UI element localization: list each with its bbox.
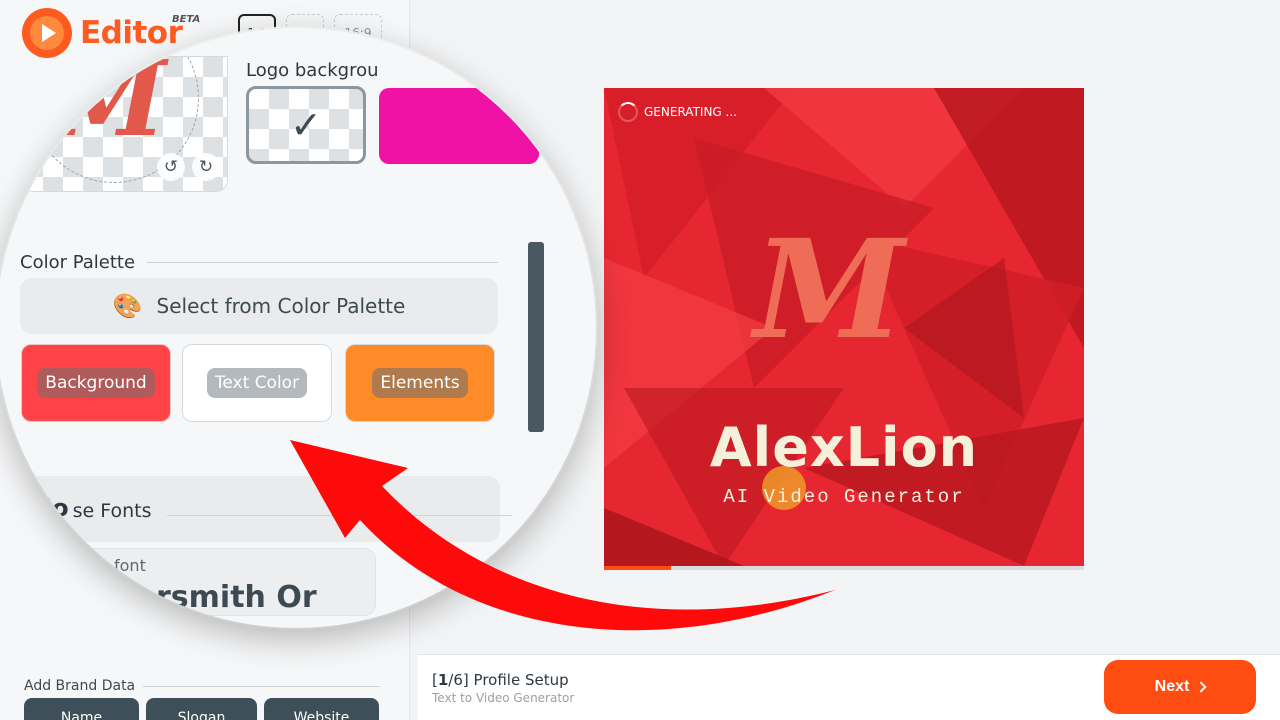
text-color-swatch-label: Text Color <box>206 368 308 398</box>
app-root: Editor BETA 1:1 9:16 16:9 Add Brand Data… <box>0 0 1280 720</box>
fonts-title-prefix: Ho <box>32 494 69 522</box>
status-text: GENERATING ... <box>644 105 737 119</box>
magnifier-lens: M ↺ ↻ Logo backgrou ✓ Color Palette 🎨 Se… <box>0 28 596 628</box>
step-total: /6] <box>448 671 469 689</box>
divider <box>167 515 512 516</box>
preview-subtitle: AI Video Generator <box>723 486 965 508</box>
background-color-swatch[interactable]: Background <box>21 344 171 422</box>
fonts-heading: Ho se Fonts <box>32 494 512 522</box>
rotate-right-icon[interactable]: ↻ <box>192 153 220 181</box>
elements-swatch-label: Elements <box>372 368 468 398</box>
brand-data-heading: Add Brand Data <box>24 678 380 694</box>
loading-spinner-icon <box>618 102 638 122</box>
pink-background-option[interactable] <box>379 88 539 164</box>
brand-logo-mark: M <box>754 210 905 370</box>
text-color-swatch[interactable]: Text Color <box>182 344 332 422</box>
brand-slogan-button[interactable]: Slogan <box>146 698 257 720</box>
next-button[interactable]: Next <box>1104 660 1256 714</box>
video-preview[interactable]: GENERATING ... M AlexLion AI Video Gener… <box>604 88 1084 566</box>
font-value-2: rsmith Or <box>156 580 317 615</box>
magnified-content: M ↺ ↻ Logo backgrou ✓ Color Palette 🎨 Se… <box>0 28 596 628</box>
checkmark-icon: ✓ <box>290 103 322 147</box>
text-font-label: Text font <box>33 562 90 577</box>
color-palette-title: Color Palette <box>20 252 136 273</box>
select-palette-button[interactable]: 🎨 Select from Color Palette <box>20 278 498 334</box>
logo-upload-preview[interactable]: M ↺ ↻ <box>22 56 228 192</box>
preview-title: AlexLion <box>709 416 979 479</box>
beta-badge: BETA <box>172 14 201 25</box>
brand-name-button[interactable]: Name <box>24 698 139 720</box>
background-swatch-label: Background <box>37 368 155 398</box>
render-progress-fill <box>604 566 672 570</box>
brand-website-button[interactable]: Website <box>264 698 379 720</box>
logo-background-label: Logo backgrou <box>246 60 379 81</box>
uploaded-logo: M <box>51 56 167 160</box>
fonts-title-rest: se Fonts <box>72 500 152 522</box>
generating-status: GENERATING ... <box>618 102 737 122</box>
text-font-value: Cutive Mono <box>33 585 150 604</box>
font-label-2: font <box>114 556 146 575</box>
scrollbar[interactable] <box>528 242 544 432</box>
select-palette-label: Select from Color Palette <box>156 294 406 318</box>
rotate-left-icon[interactable]: ↺ <box>157 153 185 181</box>
brand-data-title: Add Brand Data <box>24 678 136 694</box>
chevron-right-icon <box>1195 681 1208 693</box>
color-palette-heading: Color Palette <box>20 252 498 273</box>
step-title: Profile Setup <box>473 671 569 689</box>
step-indicator: [1/6] Profile Setup <box>432 671 569 689</box>
divider <box>147 262 498 263</box>
step-subtitle: Text to Video Generator <box>432 691 575 705</box>
transparent-background-option[interactable]: ✓ <box>246 86 366 164</box>
palette-icon: 🎨 <box>112 292 143 320</box>
elements-color-swatch[interactable]: Elements <box>345 344 495 422</box>
step-current: 1 <box>437 671 449 689</box>
render-progress-bar <box>604 566 1084 570</box>
divider <box>143 685 380 687</box>
next-label: Next <box>1154 678 1190 695</box>
